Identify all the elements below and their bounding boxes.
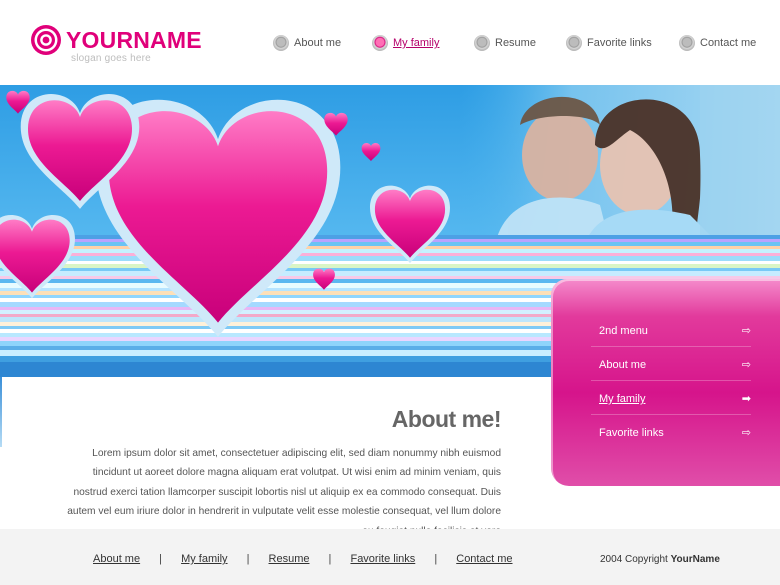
nav-label: My family: [393, 37, 440, 49]
side-menu-label: Favorite links: [599, 427, 664, 439]
side-menu-label: About me: [599, 359, 647, 371]
footer-separator: |: [159, 553, 163, 565]
nav-item-resume[interactable]: Resume: [474, 34, 536, 52]
copyright-name: YourName: [670, 554, 720, 565]
side-menu: 2nd menu ⇨ About me ⇨ My family ➡ Favori…: [551, 279, 780, 486]
footer-nav: About me | My family | Resume | Favorite…: [93, 553, 513, 565]
footer-link-contact-me[interactable]: Contact me: [456, 553, 512, 565]
footer-separator: |: [328, 553, 332, 565]
couple-photo: [495, 85, 780, 245]
copyright-notice: 2004 Copyright YourName: [600, 554, 720, 565]
target-logo-icon: [31, 25, 61, 55]
footer-link-about-me[interactable]: About me: [93, 553, 140, 565]
footer-link-favorite-links[interactable]: Favorite links: [350, 553, 415, 565]
left-edge-accent: [0, 377, 2, 447]
footer-link-resume[interactable]: Resume: [269, 553, 310, 565]
side-menu-item-favorite-links[interactable]: Favorite links ⇨: [591, 415, 751, 449]
site-footer: About me | My family | Resume | Favorite…: [0, 529, 780, 585]
nav-label: Contact me: [700, 37, 757, 49]
circle-bullet-icon: [273, 35, 289, 51]
page-title: About me!: [391, 406, 502, 432]
side-menu-item-my-family[interactable]: My family ➡: [591, 381, 751, 415]
arrow-right-icon: ➡: [741, 393, 751, 405]
brand-slogan: slogan goes here: [71, 53, 151, 64]
nav-label: Favorite links: [587, 37, 652, 49]
nav-label: Resume: [495, 37, 536, 49]
arrow-right-icon: ⇨: [741, 359, 751, 371]
circle-bullet-icon: [372, 35, 388, 51]
side-menu-label: 2nd menu: [599, 325, 648, 337]
site-header: YOURNAME slogan goes here About me My fa…: [0, 0, 780, 85]
side-menu-label: My family: [599, 393, 646, 405]
nav-item-contact-me[interactable]: Contact me: [679, 34, 756, 52]
nav-item-about-me[interactable]: About me: [273, 34, 341, 52]
copyright-prefix: 2004 Copyright: [600, 554, 668, 565]
side-menu-item-about-me[interactable]: About me ⇨: [591, 347, 751, 381]
circle-bullet-icon: [566, 35, 582, 51]
body-paragraph: Lorem ipsum dolor sit amet, consectetuer…: [67, 448, 501, 537]
nav-label: About me: [294, 37, 342, 49]
circle-bullet-icon: [474, 35, 490, 51]
circle-bullet-icon: [679, 35, 695, 51]
nav-item-my-family[interactable]: My family: [372, 34, 439, 52]
arrow-right-icon: ⇨: [741, 427, 751, 439]
arrow-right-icon: ⇨: [741, 325, 751, 337]
nav-item-favorite-links[interactable]: Favorite links: [566, 34, 652, 52]
side-menu-item-2nd-menu[interactable]: 2nd menu ⇨: [591, 313, 751, 347]
brand-name: YOURNAME: [66, 27, 202, 53]
footer-separator: |: [434, 553, 438, 565]
footer-separator: |: [246, 553, 250, 565]
footer-link-my-family[interactable]: My family: [181, 553, 227, 565]
logo[interactable]: YOURNAME slogan goes here: [30, 24, 202, 68]
